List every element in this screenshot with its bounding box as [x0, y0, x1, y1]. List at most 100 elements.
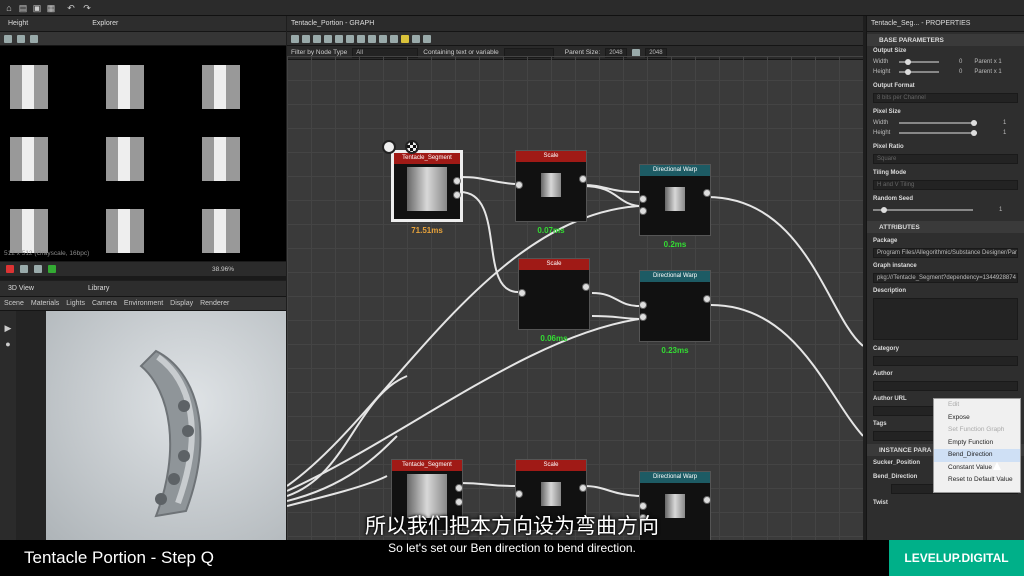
tiling-mode-select[interactable]: H and V Tiling	[873, 180, 1018, 190]
node-title: Tentacle_Segment	[394, 153, 460, 164]
brand-logo: LEVELUP.DIGITAL	[889, 540, 1024, 576]
graph-instance-field[interactable]: pkg:///Tentacle_Segment?dependency=13449…	[873, 273, 1018, 283]
pixel-height-slider[interactable]	[899, 130, 977, 136]
description-label: Description	[873, 288, 907, 294]
save-image-icon[interactable]	[17, 34, 25, 43]
node-title: Directional Warp	[640, 472, 710, 483]
input-port[interactable]	[518, 289, 526, 297]
subtitle-chinese: 所以我们把本方向设为弯曲方向	[365, 515, 659, 538]
redo-icon[interactable]: ↷	[82, 3, 92, 13]
section-attributes[interactable]: ATTRIBUTES	[867, 221, 1024, 233]
pixel-width-row[interactable]: Width 1	[867, 118, 1024, 128]
pixel-width-slider[interactable]	[899, 120, 977, 126]
3d-viewport[interactable]	[46, 311, 286, 540]
graph-node[interactable]: Directional Warp	[639, 270, 711, 342]
3d-view-panel: 3D View Library Scene Materials Lights C…	[0, 281, 286, 540]
graph-instance-label: Graph instance	[873, 263, 917, 269]
output-port[interactable]	[579, 484, 587, 492]
subtitle-english: So let's set our Ben direction to bend d…	[388, 541, 636, 555]
node-timing: 0.2ms	[663, 240, 687, 249]
save-icon[interactable]: ▣	[32, 3, 42, 13]
copy-icon[interactable]	[30, 34, 38, 43]
output-port[interactable]	[453, 191, 461, 199]
output-port[interactable]	[703, 189, 711, 197]
graph-node[interactable]: Scale	[518, 258, 590, 330]
menu-renderer[interactable]: Renderer	[200, 300, 229, 307]
output-format-select[interactable]: 8 bits per Channel	[873, 93, 1018, 103]
output-port[interactable]	[455, 498, 463, 506]
tab-height[interactable]: Height	[4, 19, 32, 28]
3d-view-header: 3D View Library	[0, 281, 286, 297]
description-field[interactable]	[873, 298, 1018, 340]
output-port[interactable]	[582, 283, 590, 291]
menu-scene[interactable]: Scene	[4, 300, 24, 307]
category-field[interactable]	[873, 356, 1018, 366]
graph-node[interactable]: Directional Warp	[639, 164, 711, 236]
input-port[interactable]	[639, 207, 647, 215]
menu-item-empty-function[interactable]: Empty Function	[934, 437, 1020, 450]
output-port[interactable]	[453, 177, 461, 185]
menu-item-bend-direction[interactable]: Bend_Direction	[934, 449, 1020, 462]
tiling-mode-label: Tiling Mode	[873, 170, 907, 176]
output-port[interactable]	[703, 295, 711, 303]
node-thumbnail	[407, 167, 447, 211]
output-width-row[interactable]: Width 0 Parent x 1	[867, 57, 1024, 67]
undo-icon[interactable]: ↶	[66, 3, 76, 13]
menu-camera[interactable]: Camera	[92, 300, 117, 307]
menu-environment[interactable]: Environment	[124, 300, 163, 307]
pixel-height-row[interactable]: Height 1	[867, 128, 1024, 138]
camera-icon[interactable]: ▶	[3, 323, 13, 333]
random-seed-row[interactable]: 1	[867, 205, 1024, 215]
menu-item-edit[interactable]: Edit	[934, 399, 1020, 412]
section-base-parameters[interactable]: BASE PARAMETERS	[867, 34, 1024, 46]
folder-icon[interactable]: ▤	[18, 3, 28, 13]
output-port[interactable]	[455, 484, 463, 492]
height-slider[interactable]	[899, 69, 939, 75]
alpha-icon[interactable]	[20, 265, 28, 273]
input-port[interactable]	[639, 313, 647, 321]
output-height-row[interactable]: Height 0 Parent x 1	[867, 67, 1024, 77]
2d-view-header: Height Explorer	[0, 16, 286, 32]
node-timing: 0.23ms	[661, 346, 689, 355]
node-thumbnail	[665, 187, 685, 211]
output-port[interactable]	[579, 175, 587, 183]
input-port[interactable]	[515, 490, 523, 498]
graph-node[interactable]: Tentacle_Segment	[391, 150, 463, 222]
menu-item-set-function-graph[interactable]: Set Function Graph	[934, 424, 1020, 437]
node-thumbnail	[541, 173, 561, 197]
view-icon[interactable]	[4, 34, 12, 43]
light-icon[interactable]: ●	[3, 339, 13, 349]
tab-3d-view[interactable]: 3D View	[4, 284, 38, 293]
menu-item-constant-value[interactable]: Constant Value	[934, 462, 1020, 475]
input-port[interactable]	[515, 181, 523, 189]
zoom-level[interactable]: 38.96%	[212, 266, 234, 273]
pixel-ratio-select[interactable]: Square	[873, 154, 1018, 164]
twist-label: Twist	[873, 500, 888, 506]
tab-explorer[interactable]: Explorer	[88, 19, 122, 28]
menu-display[interactable]: Display	[170, 300, 193, 307]
tab-library[interactable]: Library	[84, 284, 113, 293]
input-port[interactable]	[639, 301, 647, 309]
output-port[interactable]	[703, 496, 711, 504]
menu-materials[interactable]: Materials	[31, 300, 59, 307]
menu-item-expose[interactable]: Expose	[934, 412, 1020, 425]
node-doc-icon[interactable]	[382, 140, 396, 154]
tile-icon[interactable]	[34, 265, 42, 273]
author-field[interactable]	[873, 381, 1018, 391]
input-port[interactable]	[639, 502, 647, 510]
package-field[interactable]: Program Files/Allegorithmic/Substance De…	[873, 248, 1018, 258]
menu-lights[interactable]: Lights	[66, 300, 85, 307]
color-icon[interactable]	[48, 265, 56, 273]
input-port[interactable]	[639, 195, 647, 203]
graph-node[interactable]: Scale	[515, 150, 587, 222]
2d-view-canvas[interactable]: 512 x 512 (Grayscale, 16bpc)	[0, 46, 286, 261]
home-icon[interactable]: ⌂	[4, 3, 14, 13]
width-slider[interactable]	[899, 59, 939, 65]
save-all-icon[interactable]: ▦	[46, 3, 56, 13]
menu-item-reset-default[interactable]: Reset to Default Value	[934, 474, 1020, 487]
seed-slider[interactable]	[873, 207, 973, 213]
2d-view-toolbar	[0, 32, 286, 46]
node-checker-icon[interactable]	[405, 140, 419, 154]
channel-icon[interactable]	[6, 265, 14, 273]
node-title: Scale	[516, 151, 586, 162]
